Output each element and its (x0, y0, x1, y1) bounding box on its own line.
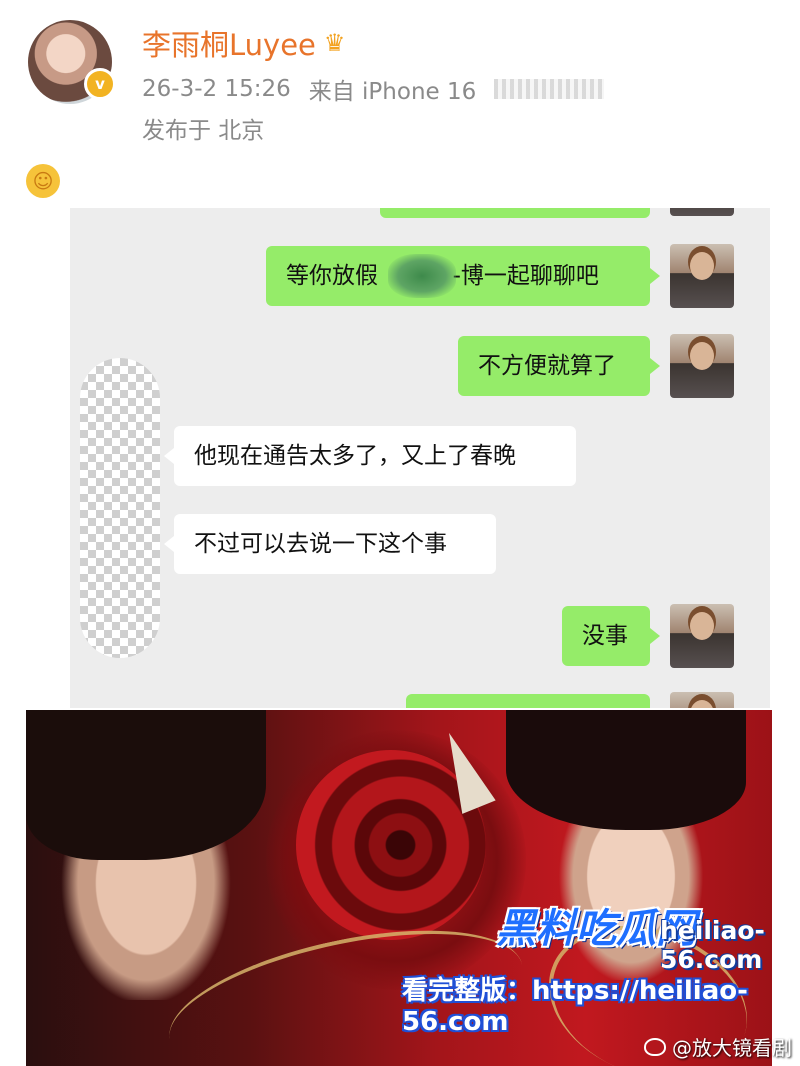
self-avatar (670, 692, 734, 708)
watermark-full-version: 看完整版：https://heiliao-56.com (402, 976, 748, 1037)
blurred-device-suffix (494, 79, 605, 99)
username-text: 李雨桐Luyee (142, 28, 316, 62)
message-text: 没事 (582, 623, 628, 649)
watermark-url: heiliao-56.com (660, 916, 765, 974)
user-avatar[interactable]: v (28, 20, 116, 104)
masked-contact-avatar (80, 358, 160, 658)
verified-badge-icon: v (84, 68, 116, 100)
chat-screenshot: 等你放假 -博一起聊聊吧 不方便就算了 他现在通告太多了，又上了春晚 不过可以去… (70, 208, 770, 708)
post-location: 发布于 北京 (142, 118, 265, 144)
chat-bubble-cutoff-top (380, 208, 650, 218)
scribble-redaction (388, 254, 456, 298)
watermark-source-text: @放大镜看剧 (672, 1036, 792, 1060)
post-timestamp: 26-3-2 15:26 (142, 76, 291, 102)
chat-bubble-received: 不过可以去说一下这个事 (164, 514, 496, 574)
self-avatar (670, 604, 734, 668)
post-source: 来自 iPhone 16 (308, 79, 477, 105)
weibo-icon (644, 1037, 666, 1056)
self-avatar (670, 208, 734, 216)
crown-icon: ♛ (323, 29, 346, 57)
chat-bubble-sent: 没事 (562, 606, 660, 666)
message-text-part2: -博一起聊聊吧 (452, 263, 599, 289)
self-avatar (670, 334, 734, 398)
chat-bubble-sent: 等你放假 -博一起聊聊吧 (266, 246, 660, 306)
chat-bubble-sent: 不方便就算了 (458, 336, 660, 396)
message-text: 他现在通告太多了，又上了春晚 (194, 443, 516, 469)
self-avatar (670, 244, 734, 308)
message-text: 不过可以去说一下这个事 (194, 531, 447, 557)
yum-emoji-icon: ☺ (26, 164, 60, 198)
post-meta: 26-3-2 15:26 来自 iPhone 16 (142, 72, 605, 106)
message-text: 不方便就算了 (478, 353, 616, 379)
username[interactable]: 李雨桐Luyee ♛ (142, 22, 345, 64)
portrait-right-hair (506, 710, 746, 830)
watermark-source: @放大镜看剧 (644, 1032, 792, 1061)
portrait-left-hair (26, 710, 266, 860)
chat-bubble-received: 他现在通告太多了，又上了春晚 (164, 426, 576, 486)
message-text-part1: 等你放假 (286, 263, 378, 289)
chat-bubble-cutoff-bottom (406, 694, 650, 708)
